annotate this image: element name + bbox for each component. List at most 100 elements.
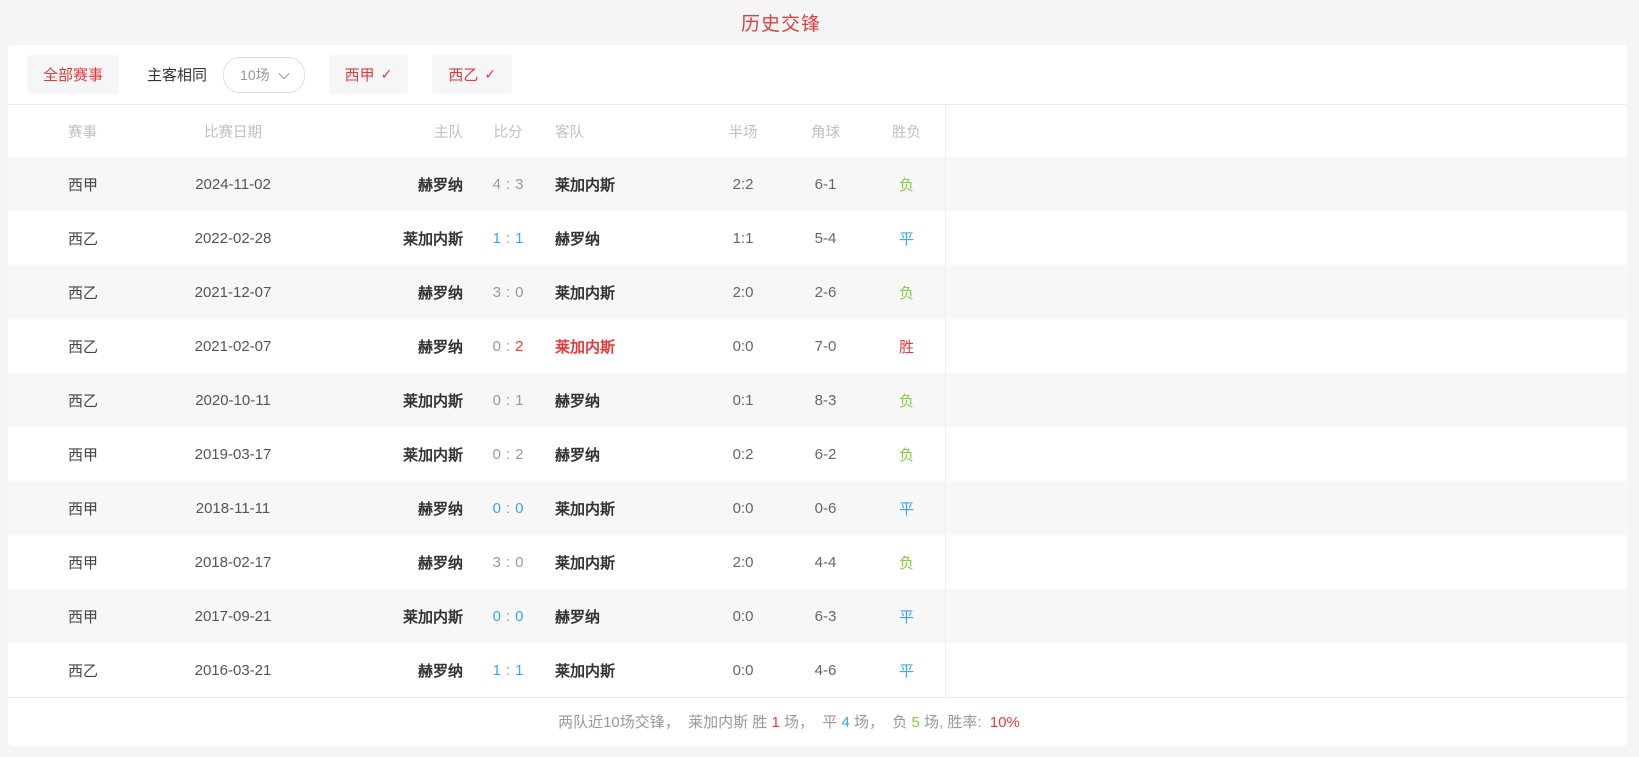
- away-score: 1: [515, 392, 523, 409]
- away-score: 0: [515, 554, 523, 571]
- date-cell: 2022-02-28: [158, 211, 308, 265]
- result-badge: 负: [899, 552, 914, 573]
- score-colon: :: [506, 608, 510, 625]
- halftime-cell: 0:0: [703, 589, 783, 643]
- score-colon: :: [506, 392, 510, 409]
- match-count-select[interactable]: 10场: [223, 57, 305, 93]
- away-team-name: 莱加内斯: [555, 660, 615, 681]
- summary-segment: 1: [771, 714, 779, 731]
- score-colon: :: [506, 554, 510, 571]
- halftime-cell: 0:0: [703, 481, 783, 535]
- column-header-home: 主队: [308, 105, 463, 157]
- all-events-button[interactable]: 全部赛事: [27, 55, 119, 94]
- league-filter-laliga[interactable]: 西甲 ✓: [329, 55, 409, 94]
- summary-segment: 5: [912, 714, 920, 731]
- halftime-cell: 0:1: [703, 373, 783, 427]
- home-score: 4: [493, 176, 501, 193]
- result-badge: 平: [899, 228, 914, 249]
- table-row: 西甲 2018-02-17 赫罗纳 3 : 0 莱加内斯 2:0 4-4 负: [8, 535, 1627, 589]
- score-cell: 3 : 0: [463, 265, 553, 319]
- result-badge: 平: [899, 660, 914, 681]
- table-row: 西甲 2024-11-02 赫罗纳 4 : 3 莱加内斯 2:2 6-1 负: [8, 157, 1627, 211]
- away-score: 0: [515, 608, 523, 625]
- table-row: 西甲 2019-03-17 莱加内斯 0 : 2 赫罗纳 0:2 6-2 负: [8, 427, 1627, 481]
- check-icon: ✓: [381, 66, 393, 83]
- halftime-cell: 2:0: [703, 265, 783, 319]
- summary-segment: 场, 胜率:: [920, 714, 990, 731]
- score-colon: :: [506, 230, 510, 247]
- home-score: 0: [493, 392, 501, 409]
- date-cell: 2018-11-11: [158, 481, 308, 535]
- away-score: 2: [515, 446, 523, 463]
- score-colon: :: [506, 446, 510, 463]
- home-team-name: 莱加内斯: [403, 444, 463, 465]
- corners-cell: 2-6: [783, 265, 868, 319]
- home-score: 0: [493, 608, 501, 625]
- history-panel: 全部赛事 主客相同 10场 西甲 ✓ 西乙 ✓ 赛事 比赛日期 主队 比分 客队…: [8, 45, 1627, 746]
- summary-segment: 莱加内斯 胜: [688, 714, 771, 731]
- summary-text: 两队近10场交锋， 莱加内斯 胜 1 场， 平 4 场， 负 5 场, 胜率: …: [8, 711, 1570, 732]
- away-score: 1: [515, 230, 523, 247]
- date-cell: 2021-12-07: [158, 265, 308, 319]
- score-cell: 0 : 0: [463, 589, 553, 643]
- summary-segment: 两队近10场交锋，: [558, 714, 688, 731]
- date-cell: 2020-10-11: [158, 373, 308, 427]
- score-cell: 1 : 1: [463, 643, 553, 697]
- corners-cell: 8-3: [783, 373, 868, 427]
- home-score: 0: [493, 446, 501, 463]
- result-badge: 胜: [899, 336, 914, 357]
- result-badge: 负: [899, 444, 914, 465]
- score-cell: 0 : 2: [463, 319, 553, 373]
- table-row: 西乙 2022-02-28 莱加内斯 1 : 1 赫罗纳 1:1 5-4 平: [8, 211, 1627, 265]
- summary-segment: 4: [841, 714, 849, 731]
- home-score: 0: [493, 338, 501, 355]
- same-venue-filter[interactable]: 主客相同: [147, 64, 207, 85]
- halftime-cell: 2:2: [703, 157, 783, 211]
- table-row: 西乙 2016-03-21 赫罗纳 1 : 1 莱加内斯 0:0 4-6 平: [8, 643, 1627, 697]
- home-team-name: 赫罗纳: [418, 498, 463, 519]
- corners-cell: 6-2: [783, 427, 868, 481]
- corners-cell: 0-6: [783, 481, 868, 535]
- home-score: 1: [493, 662, 501, 679]
- filter-bar: 全部赛事 主客相同 10场 西甲 ✓ 西乙 ✓: [8, 45, 1627, 105]
- result-badge: 平: [899, 498, 914, 519]
- home-team-name: 赫罗纳: [418, 660, 463, 681]
- score-cell: 4 : 3: [463, 157, 553, 211]
- score-cell: 1 : 1: [463, 211, 553, 265]
- corners-cell: 7-0: [783, 319, 868, 373]
- home-team-name: 赫罗纳: [418, 552, 463, 573]
- chevron-down-icon: [278, 67, 289, 78]
- halftime-cell: 0:0: [703, 643, 783, 697]
- score-cell: 0 : 2: [463, 427, 553, 481]
- league-cell: 西甲: [8, 535, 158, 589]
- away-score: 3: [515, 176, 523, 193]
- score-colon: :: [506, 500, 510, 517]
- score-colon: :: [506, 338, 510, 355]
- date-cell: 2019-03-17: [158, 427, 308, 481]
- home-team-name: 赫罗纳: [418, 282, 463, 303]
- halftime-cell: 1:1: [703, 211, 783, 265]
- away-team-name: 赫罗纳: [555, 606, 600, 627]
- date-cell: 2018-02-17: [158, 535, 308, 589]
- column-header-score: 比分: [463, 105, 553, 157]
- column-header-league: 赛事: [8, 105, 158, 157]
- table-body: 西甲 2024-11-02 赫罗纳 4 : 3 莱加内斯 2:2 6-1 负 西…: [8, 157, 1627, 697]
- home-score: 3: [493, 554, 501, 571]
- column-header-away: 客队: [553, 105, 703, 157]
- home-team-name: 莱加内斯: [403, 390, 463, 411]
- league-cell: 西甲: [8, 589, 158, 643]
- page-title: 历史交锋: [741, 9, 821, 36]
- league-cell: 西乙: [8, 643, 158, 697]
- league-filter-segunda[interactable]: 西乙 ✓: [432, 55, 512, 94]
- page-header: 历史交锋: [0, 0, 1562, 45]
- table-row: 西甲 2018-11-11 赫罗纳 0 : 0 莱加内斯 0:0 0-6 平: [8, 481, 1627, 535]
- date-cell: 2017-09-21: [158, 589, 308, 643]
- home-score: 1: [493, 230, 501, 247]
- home-team-name: 赫罗纳: [418, 174, 463, 195]
- home-team-name: 赫罗纳: [418, 336, 463, 357]
- away-team-name: 赫罗纳: [555, 228, 600, 249]
- corners-cell: 4-4: [783, 535, 868, 589]
- table-row: 西乙 2020-10-11 莱加内斯 0 : 1 赫罗纳 0:1 8-3 负: [8, 373, 1627, 427]
- table-row: 西甲 2017-09-21 莱加内斯 0 : 0 赫罗纳 0:0 6-3 平: [8, 589, 1627, 643]
- all-events-label: 全部赛事: [43, 64, 103, 85]
